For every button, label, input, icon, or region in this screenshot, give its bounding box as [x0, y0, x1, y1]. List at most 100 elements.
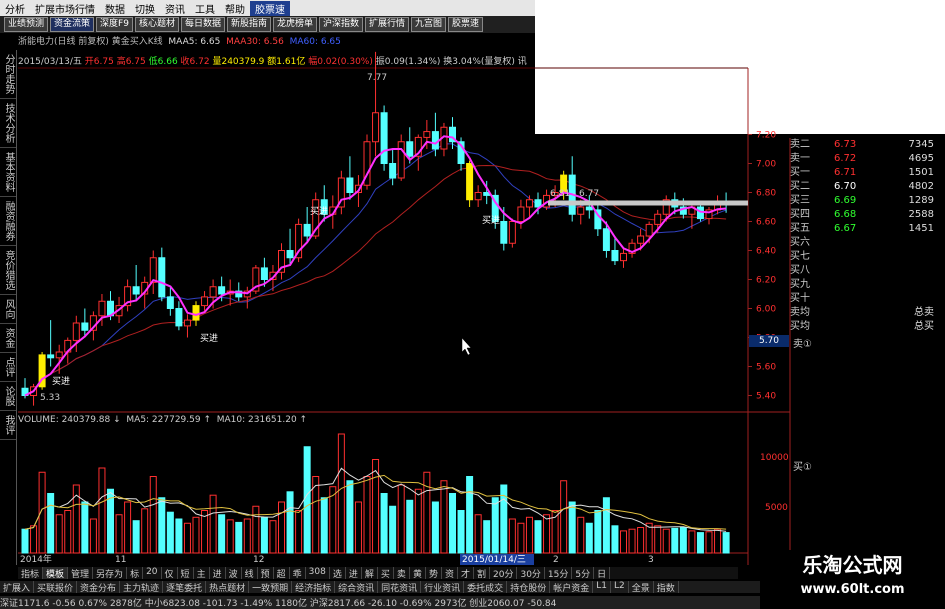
- orderbook-row[interactable]: 买十: [790, 292, 945, 306]
- buy-indicator[interactable]: 买①: [793, 458, 812, 473]
- indicator-tab[interactable]: 30分: [517, 567, 545, 580]
- indicator-tab[interactable]: 20分: [490, 567, 518, 580]
- orderbook-row[interactable]: 买四 6.68 2588: [790, 208, 945, 222]
- orderbook-row[interactable]: 卖一 6.72 4695: [790, 152, 945, 166]
- indicator-tab[interactable]: 模板: [43, 567, 69, 580]
- volume-bar: [252, 505, 260, 554]
- function-tab[interactable]: 持仓股份: [507, 581, 551, 594]
- indicator-tab[interactable]: 割: [474, 567, 491, 580]
- orderbook-volume: 2588: [908, 209, 934, 220]
- indicator-tab[interactable]: 进: [346, 567, 362, 580]
- indicator-tab[interactable]: 预: [258, 567, 274, 580]
- function-tab[interactable]: 全景: [629, 581, 654, 594]
- index-status-bar: 深证1171.6 -0.56 0.67% 2878亿 中小6823.08 -10…: [0, 596, 760, 609]
- function-tab[interactable]: 综合资讯: [335, 581, 379, 594]
- price-tick-label: 6.80: [756, 189, 776, 199]
- indicator-tab[interactable]: 标: [127, 567, 144, 580]
- indicator-tab[interactable]: 买: [378, 567, 394, 580]
- buy-signal-4: 买进: [310, 206, 328, 217]
- orderbook-row[interactable]: 买五 6.67 1451: [790, 222, 945, 236]
- indicator-tab[interactable]: 15分: [545, 567, 573, 580]
- indicator-tab[interactable]: 日: [594, 567, 611, 580]
- candle-body: [166, 296, 174, 309]
- indicator-tab[interactable]: 乖: [290, 567, 306, 580]
- indicator-tab[interactable]: 进: [210, 567, 226, 580]
- function-tab[interactable]: 买联报价: [34, 581, 78, 594]
- indicator-tab[interactable]: 解: [362, 567, 378, 580]
- indicator-tab[interactable]: 主: [194, 567, 210, 580]
- function-tab[interactable]: 同花资讯: [378, 581, 422, 594]
- orderbook-row[interactable]: 卖均 总卖: [790, 306, 945, 320]
- volume-ma10: MA10: 231651.20 ↑: [216, 415, 308, 425]
- function-tab[interactable]: 资金分布: [77, 581, 121, 594]
- orderbook-row[interactable]: 买六: [790, 236, 945, 250]
- function-tab[interactable]: 行业资讯: [421, 581, 465, 594]
- orderbook-level-name: 卖二: [790, 139, 810, 150]
- volume-bar: [525, 516, 533, 554]
- indicator-tab[interactable]: 资: [442, 567, 458, 580]
- indicator-tab[interactable]: 选: [330, 567, 346, 580]
- volume-bar: [517, 522, 525, 554]
- price-tick-label: 6.20: [756, 276, 776, 286]
- volume-bar: [30, 525, 38, 554]
- ma60-path: [24, 143, 727, 396]
- volume-bar: [568, 501, 576, 554]
- volume-bar: [466, 476, 474, 554]
- orderbook-row[interactable]: 买七: [790, 250, 945, 264]
- function-tab[interactable]: 帐户资金: [550, 581, 594, 594]
- sell-indicator[interactable]: 卖①: [793, 335, 812, 350]
- indicator-tab[interactable]: 波: [226, 567, 242, 580]
- indicator-tab[interactable]: 20: [143, 567, 162, 579]
- ma30-line: [24, 164, 727, 396]
- candle-body: [602, 228, 610, 251]
- candle-body: [620, 252, 627, 262]
- indicator-tab[interactable]: 5分: [572, 567, 595, 580]
- volume-bar: [671, 527, 679, 554]
- candle-body: [577, 206, 585, 215]
- function-tab[interactable]: 逐笔委托: [163, 581, 207, 594]
- indicator-tab[interactable]: 才: [458, 567, 474, 580]
- indicator-tab[interactable]: 仅: [162, 567, 178, 580]
- function-tab[interactable]: 主力轨迹: [120, 581, 164, 594]
- orderbook-row[interactable]: 买九: [790, 278, 945, 292]
- volume-header: VOLUME: 240379.88 ↓ MA5: 227729.59 ↑ MA1…: [18, 415, 307, 425]
- indicator-tab[interactable]: 308: [306, 567, 330, 579]
- function-tab[interactable]: 扩展入: [0, 581, 35, 594]
- indicator-tab[interactable]: 管理: [68, 567, 94, 580]
- volume-bar: [483, 520, 491, 554]
- function-tab[interactable]: 委托成交: [464, 581, 508, 594]
- function-tab[interactable]: 热点题材: [206, 581, 250, 594]
- ma30-path: [24, 164, 727, 396]
- indicator-tab[interactable]: 超: [274, 567, 290, 580]
- volume-bar: [449, 493, 456, 554]
- volume-bar: [235, 521, 243, 554]
- indicator-tab[interactable]: 另存为: [93, 567, 128, 580]
- orderbook-row[interactable]: 买一 6.71 1501: [790, 166, 945, 180]
- candle-body: [474, 192, 482, 201]
- volume-bar: [705, 531, 713, 554]
- function-tab[interactable]: 指数: [654, 581, 679, 594]
- orderbook-volume: 1451: [908, 223, 934, 234]
- function-tab[interactable]: L2: [611, 581, 629, 593]
- indicator-tab[interactable]: 势: [426, 567, 442, 580]
- orderbook-row[interactable]: 卖二 6.73 7345: [790, 138, 945, 152]
- candle-body: [72, 322, 80, 341]
- candle-body: [192, 305, 200, 321]
- volume-bar: [602, 497, 610, 554]
- function-tab[interactable]: L1: [593, 581, 611, 593]
- indicator-tab[interactable]: 卖: [394, 567, 410, 580]
- indicator-tab[interactable]: 线: [242, 567, 258, 580]
- candle-body: [517, 206, 525, 222]
- indicator-tab[interactable]: 指标: [18, 567, 44, 580]
- orderbook-row[interactable]: 买二 6.70 4802: [790, 180, 945, 194]
- indicator-tab[interactable]: 短: [178, 567, 194, 580]
- orderbook-row[interactable]: 买三 6.69 1289: [790, 194, 945, 208]
- function-tab[interactable]: 经济指标: [292, 581, 336, 594]
- volume-bar: [158, 497, 166, 554]
- function-tab[interactable]: 一致预期: [249, 581, 293, 594]
- orderbook-row[interactable]: 买均 总买: [790, 320, 945, 334]
- indicator-tab[interactable]: 黄: [410, 567, 426, 580]
- volume-bar: [175, 518, 183, 554]
- date-axis-label: 12: [253, 555, 264, 565]
- orderbook-row[interactable]: 买八: [790, 264, 945, 278]
